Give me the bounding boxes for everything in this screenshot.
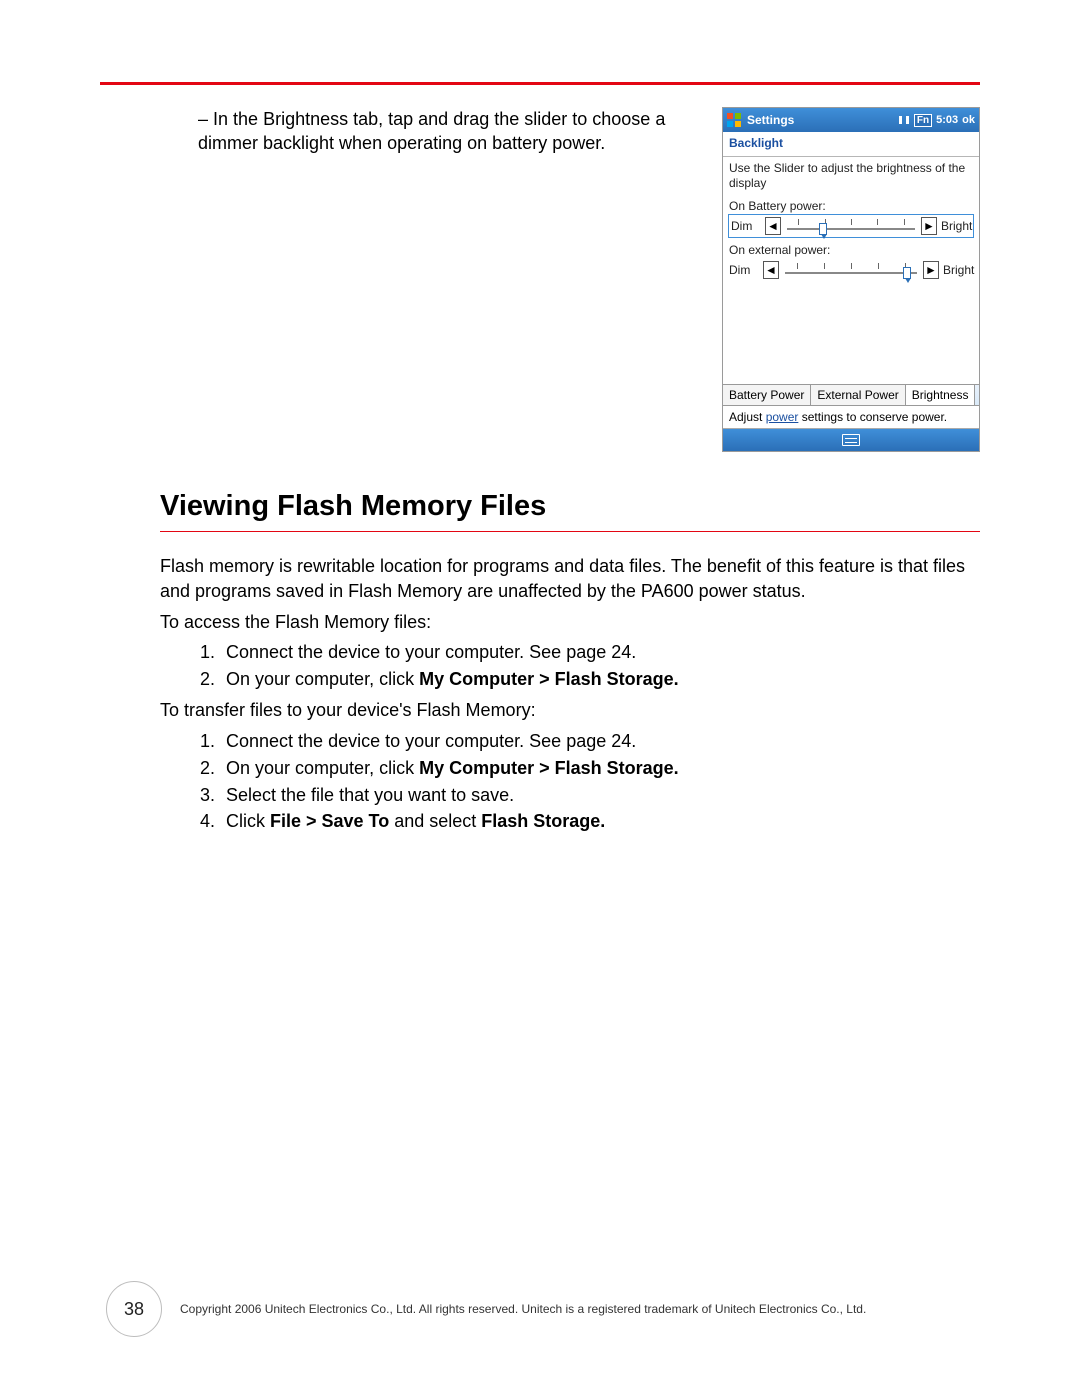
access-step2-bold: My Computer > Flash Storage. — [419, 669, 679, 689]
list-item: 1.Connect the device to your computer. S… — [200, 729, 980, 754]
external-decrease-button[interactable]: ◄ — [763, 261, 779, 279]
transfer-step4-mid: and select — [389, 811, 481, 831]
battery-bright-label: Bright — [941, 219, 971, 233]
instruction-dash: – — [198, 109, 208, 129]
pda-titlebar: Settings Fn 5:03 ok — [723, 108, 979, 132]
external-brightness-slider[interactable] — [783, 259, 919, 281]
external-slider-row: Dim ◄ ► Bright — [729, 259, 973, 281]
battery-increase-button[interactable]: ► — [921, 217, 937, 235]
hint-prefix: Adjust — [729, 410, 766, 424]
battery-slider-row: Dim ◄ ► Bright — [729, 215, 973, 237]
power-link[interactable]: power — [766, 410, 799, 424]
transfer-step2-bold: My Computer > Flash Storage. — [419, 758, 679, 778]
pda-body: Use the Slider to adjust the brightness … — [723, 157, 979, 384]
top-row: – In the Brightness tab, tap and drag th… — [100, 107, 980, 452]
ok-button[interactable]: ok — [962, 114, 975, 126]
access-lead: To access the Flash Memory files: — [160, 610, 980, 635]
top-red-rule — [100, 82, 980, 85]
copyright-text: Copyright 2006 Unitech Electronics Co., … — [180, 1302, 980, 1316]
external-power-label: On external power: — [729, 243, 973, 257]
windows-flag-icon — [727, 113, 741, 127]
pda-subheader: Backlight — [723, 132, 979, 157]
pda-title: Settings — [747, 113, 892, 127]
fn-indicator: Fn — [914, 114, 932, 127]
access-list: 1.Connect the device to your computer. S… — [160, 640, 980, 692]
external-increase-button[interactable]: ► — [923, 261, 939, 279]
external-bright-label: Bright — [943, 263, 973, 277]
brightness-instruction: – In the Brightness tab, tap and drag th… — [100, 107, 706, 156]
battery-decrease-button[interactable]: ◄ — [765, 217, 781, 235]
list-item: 2.On your computer, click My Computer > … — [200, 667, 980, 692]
body-block: Flash memory is rewritable location for … — [100, 554, 980, 834]
intro-paragraph: Flash memory is rewritable location for … — [160, 554, 980, 604]
transfer-step3: Select the file that you want to save. — [226, 785, 514, 805]
list-item: 2.On your computer, click My Computer > … — [200, 756, 980, 781]
tab-external-power[interactable]: External Power — [811, 385, 905, 405]
external-dim-label: Dim — [729, 263, 759, 277]
transfer-step2-prefix: On your computer, click — [226, 758, 419, 778]
hint-suffix: settings to conserve power. — [798, 410, 947, 424]
transfer-lead: To transfer files to your device's Flash… — [160, 698, 980, 723]
transfer-step1: Connect the device to your computer. See… — [226, 731, 636, 751]
page-footer: 38 Copyright 2006 Unitech Electronics Co… — [0, 1281, 1080, 1337]
tab-brightness[interactable]: Brightness — [906, 384, 976, 405]
transfer-list: 1.Connect the device to your computer. S… — [160, 729, 980, 834]
pda-screenshot: Settings Fn 5:03 ok Backlight Use the Sl… — [722, 107, 980, 452]
pda-description: Use the Slider to adjust the brightness … — [729, 161, 973, 191]
pda-clock: 5:03 — [936, 114, 958, 126]
transfer-step4-prefix: Click — [226, 811, 270, 831]
list-item: 3.Select the file that you want to save. — [200, 783, 980, 808]
pda-status-icons: Fn 5:03 ok — [898, 114, 975, 127]
pda-hint: Adjust power settings to conserve power. — [723, 406, 979, 429]
pda-bottombar — [723, 429, 979, 451]
tab-endcap — [975, 385, 979, 405]
tab-battery-power[interactable]: Battery Power — [723, 385, 811, 405]
battery-brightness-slider[interactable] — [785, 215, 917, 237]
list-item: 1.Connect the device to your computer. S… — [200, 640, 980, 665]
transfer-step4-bold1: File > Save To — [270, 811, 389, 831]
section-heading: Viewing Flash Memory Files — [100, 490, 980, 523]
page-number: 38 — [106, 1281, 162, 1337]
pda-tabs: Battery Power External Power Brightness — [723, 384, 979, 406]
instruction-text: In the Brightness tab, tap and drag the … — [198, 109, 665, 153]
list-item: 4.Click File > Save To and select Flash … — [200, 809, 980, 834]
connectivity-icon — [898, 115, 910, 125]
battery-power-label: On Battery power: — [729, 199, 973, 213]
keyboard-icon[interactable] — [842, 434, 860, 446]
transfer-step4-bold2: Flash Storage. — [481, 811, 605, 831]
access-step1: Connect the device to your computer. See… — [226, 642, 636, 662]
access-step2-prefix: On your computer, click — [226, 669, 419, 689]
section-rule — [160, 531, 980, 532]
battery-dim-label: Dim — [731, 219, 761, 233]
